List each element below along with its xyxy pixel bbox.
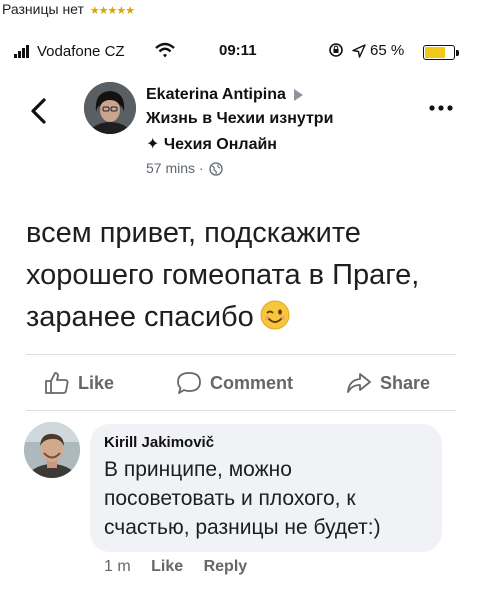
location-icon	[352, 44, 366, 58]
battery-percent: 65 %	[370, 42, 405, 59]
post-page-name[interactable]: ✦ Чехия Онлайн	[146, 134, 277, 154]
comment-reply-button[interactable]: Reply	[204, 558, 248, 575]
comment-bubble[interactable]: Kirill Jakimovič В принципе, можно посов…	[90, 424, 442, 552]
comment-like-button[interactable]: Like	[151, 558, 183, 575]
post-caption: Разницы нет ★★★★★	[2, 1, 135, 17]
lock-rotation-icon	[329, 43, 343, 57]
post-author-row: Ekaterina Antipina	[146, 86, 303, 104]
like-label: Like	[78, 372, 115, 393]
battery-icon	[423, 45, 455, 60]
battery-tip	[456, 50, 459, 56]
back-chevron-icon[interactable]	[26, 96, 52, 126]
share-button[interactable]: Share	[346, 365, 430, 401]
avatar-photo	[24, 422, 80, 478]
share-label: Share	[380, 372, 431, 393]
avatar-photo	[84, 82, 136, 134]
carrier-name: Vodafone CZ	[37, 43, 125, 60]
battery-level-fill	[425, 47, 445, 58]
share-icon	[347, 373, 371, 393]
comment-button[interactable]: Comment	[176, 365, 293, 401]
shared-to-arrow-icon	[293, 88, 303, 101]
post-group-name[interactable]: Жизнь в Чехии изнутри	[146, 110, 333, 128]
status-bar: Vodafone CZ 09:11 65 %	[0, 38, 485, 66]
rating-stars: ★★★★★	[89, 5, 135, 17]
post-action-bar: Like Comment Share	[0, 365, 485, 401]
signal-icon	[14, 44, 34, 58]
post-body: всем привет, подскажите хорошего гомеопа…	[26, 212, 466, 338]
wifi-icon	[155, 42, 175, 58]
post-text: всем привет, подскажите хорошего гомеопа…	[26, 217, 420, 333]
like-button[interactable]: Like	[44, 365, 114, 401]
comment-meta: 1 m Like Reply	[104, 558, 263, 576]
thumbs-up-icon	[45, 372, 69, 394]
comment-icon	[177, 372, 201, 394]
divider-top	[26, 354, 456, 355]
more-options-icon[interactable]	[427, 100, 455, 116]
comment-text: В принципе, можно посоветовать и плохого…	[104, 458, 381, 539]
divider-bottom	[26, 410, 456, 411]
caption-title: Разницы нет	[2, 1, 84, 17]
globe-icon	[209, 162, 224, 176]
status-icons	[328, 42, 366, 59]
post-meta: 57 mins ·	[146, 160, 224, 176]
winking-face-emoji	[260, 300, 290, 330]
comment-timestamp: 1 m	[104, 558, 131, 575]
commenter-name[interactable]: Kirill Jakimovič	[104, 434, 428, 451]
clock: 09:11	[219, 42, 257, 59]
comment-label: Comment	[210, 372, 294, 393]
commenter-avatar[interactable]	[24, 422, 80, 478]
author-avatar[interactable]	[84, 82, 136, 134]
post-author-name[interactable]: Ekaterina Antipina	[146, 86, 286, 103]
post-timestamp[interactable]: 57 mins ·	[146, 160, 207, 176]
